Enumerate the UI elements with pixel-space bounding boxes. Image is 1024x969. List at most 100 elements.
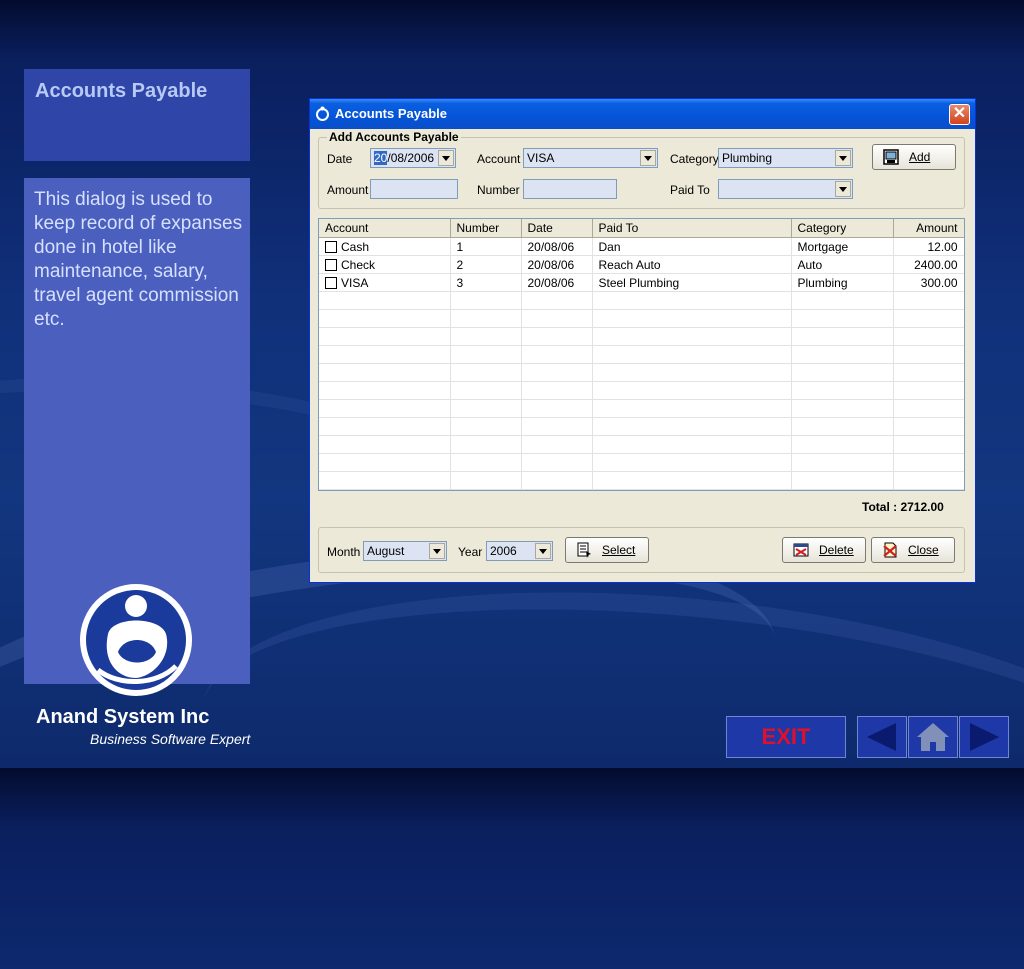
close-button[interactable]: Close <box>871 537 955 563</box>
column-header-amount[interactable]: Amount <box>893 219 964 238</box>
amount-input[interactable] <box>370 179 458 199</box>
row-checkbox[interactable] <box>325 258 337 271</box>
payables-grid[interactable]: Account Number Date Paid To Category Amo… <box>318 218 965 491</box>
window-close-button[interactable]: ✕ <box>949 104 970 125</box>
cell-category: Mortgage <box>791 237 894 256</box>
empty-row <box>319 399 964 418</box>
exit-label: EXIT <box>761 724 811 749</box>
month-value: August <box>367 544 405 558</box>
cell-paid-to: Steel Plumbing <box>592 273 792 292</box>
category-select[interactable]: Plumbing <box>718 148 853 168</box>
select-list-icon <box>577 542 591 558</box>
cell-amount: 2400.00 <box>893 255 964 274</box>
empty-row <box>319 417 964 436</box>
number-label: Number <box>477 183 520 197</box>
number-input[interactable] <box>523 179 617 199</box>
cell-account: Check <box>319 255 451 274</box>
account-select[interactable]: VISA <box>523 148 658 168</box>
empty-row <box>319 327 964 346</box>
empty-row <box>319 471 964 490</box>
grid-header-row: Account Number Date Paid To Category Amo… <box>319 219 964 238</box>
right-arrow-icon <box>970 723 999 751</box>
company-name: Anand System Inc <box>36 706 210 728</box>
delete-button[interactable]: Delete <box>782 537 866 563</box>
left-arrow-icon <box>867 723 896 751</box>
account-text: VISA <box>341 275 369 290</box>
select-button[interactable]: Select <box>565 537 649 563</box>
slide-title: Accounts Payable <box>35 80 208 102</box>
cell-account: VISA <box>319 273 451 292</box>
slide-title-box: Accounts Payable <box>24 69 250 161</box>
table-row[interactable]: Check 2 20/08/06 Reach Auto Auto 2400.00 <box>319 255 964 274</box>
account-text: Cash <box>341 239 370 254</box>
description-text: This dialog is used to keep record of ex… <box>34 189 243 330</box>
date-rest: /08/2006 <box>387 151 435 165</box>
empty-row <box>319 345 964 364</box>
month-label: Month <box>327 545 361 559</box>
next-slide-button[interactable] <box>959 716 1009 758</box>
year-label: Year <box>458 545 483 559</box>
select-button-label: Select <box>602 543 636 557</box>
column-header-paid-to[interactable]: Paid To <box>592 219 792 238</box>
cell-date: 20/08/06 <box>521 273 593 292</box>
date-label: Date <box>327 152 353 166</box>
add-record-icon <box>883 149 899 165</box>
year-value: 2006 <box>490 544 517 558</box>
column-header-date[interactable]: Date <box>521 219 593 238</box>
category-value: Plumbing <box>722 151 773 165</box>
column-header-category[interactable]: Category <box>791 219 894 238</box>
empty-row <box>319 363 964 382</box>
paidto-select[interactable] <box>718 179 853 199</box>
table-row[interactable]: VISA 3 20/08/06 Steel Plumbing Plumbing … <box>319 273 964 292</box>
home-icon <box>917 723 949 751</box>
cell-paid-to: Reach Auto <box>592 255 792 274</box>
add-accounts-payable-group: Add Accounts Payable Date 20/08/2006 Acc… <box>318 130 965 209</box>
category-label: Category <box>670 152 719 166</box>
exit-button[interactable]: EXIT <box>726 716 846 758</box>
chevron-down-icon[interactable] <box>429 543 445 559</box>
month-select[interactable]: August <box>363 541 447 561</box>
empty-row <box>319 309 964 328</box>
window-title: Accounts Payable <box>335 106 447 121</box>
empty-row <box>319 453 964 472</box>
date-picker[interactable]: 20/08/2006 <box>370 148 456 168</box>
chevron-down-icon[interactable] <box>835 150 851 166</box>
row-checkbox[interactable] <box>325 276 337 289</box>
filter-group: Month August Year 2006 Select Delete Clo… <box>318 527 965 573</box>
chevron-down-icon[interactable] <box>438 150 454 166</box>
cell-date: 20/08/06 <box>521 237 593 256</box>
close-button-label: Close <box>908 543 939 557</box>
date-day: 20 <box>374 151 388 165</box>
cell-category: Plumbing <box>791 273 894 292</box>
previous-slide-button[interactable] <box>857 716 907 758</box>
chevron-down-icon[interactable] <box>640 150 656 166</box>
cell-amount: 300.00 <box>893 273 964 292</box>
home-button[interactable] <box>908 716 958 758</box>
column-header-number[interactable]: Number <box>450 219 522 238</box>
year-select[interactable]: 2006 <box>486 541 553 561</box>
column-header-account[interactable]: Account <box>319 219 451 238</box>
empty-row <box>319 291 964 310</box>
add-button[interactable]: Add <box>872 144 956 170</box>
chevron-down-icon[interactable] <box>835 181 851 197</box>
amount-label: Amount <box>327 183 369 197</box>
accounts-payable-window: Accounts Payable ✕ Add Accounts Payable … <box>309 98 976 583</box>
cell-date: 20/08/06 <box>521 255 593 274</box>
empty-row <box>319 435 964 454</box>
account-value: VISA <box>527 151 555 165</box>
delete-icon <box>793 543 809 557</box>
cell-number: 3 <box>450 273 522 292</box>
window-titlebar[interactable]: Accounts Payable ✕ <box>310 99 975 129</box>
close-icon: ✕ <box>952 105 967 122</box>
row-checkbox[interactable] <box>325 240 337 253</box>
chevron-down-icon[interactable] <box>535 543 551 559</box>
table-row[interactable]: Cash 1 20/08/06 Dan Mortgage 12.00 <box>319 237 964 256</box>
account-text: Check <box>341 257 376 272</box>
paidto-label: Paid To <box>670 183 710 197</box>
cell-number: 1 <box>450 237 522 256</box>
cell-paid-to: Dan <box>592 237 792 256</box>
app-icon <box>316 106 329 121</box>
cell-amount: 12.00 <box>893 237 964 256</box>
company-logo <box>80 584 192 696</box>
cell-category: Auto <box>791 255 894 274</box>
